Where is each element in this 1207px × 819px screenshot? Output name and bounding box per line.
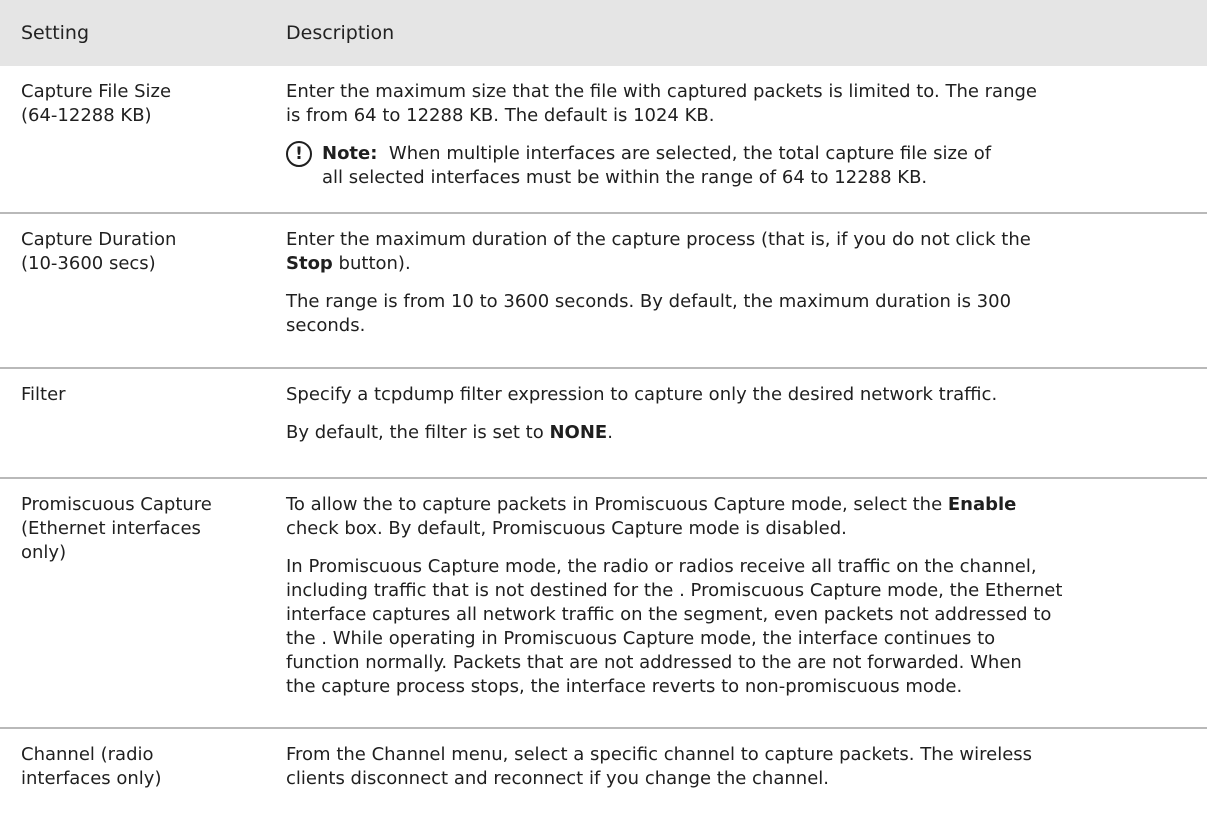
setting-label: (Ethernet interfaces — [21, 518, 201, 539]
description-text: button). — [332, 253, 411, 274]
setting-cell: Capture File Size (64-12288 KB) — [21, 80, 261, 128]
setting-range: (64-12288 KB) — [21, 105, 152, 126]
setting-range: (10-3600 secs) — [21, 253, 156, 274]
none-value: NONE — [549, 422, 608, 443]
description-line: the . While operating in Promiscuous Cap… — [286, 628, 996, 649]
setting-label: Promiscuous Capture — [21, 494, 212, 515]
description-line: interface captures all network traffic o… — [286, 604, 1052, 625]
table-row: Capture File Size (64-12288 KB) Enter th… — [0, 66, 1207, 214]
enable-checkbox-reference: Enable — [947, 494, 1017, 515]
description-line: the capture process stops, the interface… — [286, 676, 963, 697]
note-block: ! Note: When multiple interfaces are sel… — [286, 141, 1186, 190]
description-line: From the Channel menu, select a specific… — [286, 744, 1033, 765]
description-line: Specify a tcpdump filter expression to c… — [286, 384, 998, 405]
description-line: Enter the maximum size that the file wit… — [286, 81, 1037, 102]
setting-label: interfaces only) — [21, 768, 162, 789]
stop-button-reference: Stop — [286, 253, 333, 274]
table-row: Capture Duration (10-3600 secs) Enter th… — [0, 214, 1207, 369]
note-text: When multiple interfaces are selected, t… — [388, 143, 992, 164]
description-cell: Specify a tcpdump filter expression to c… — [286, 383, 1186, 445]
description-line: check box. By default, Promiscuous Captu… — [286, 518, 847, 539]
description-text: To allow the to capture packets in Promi… — [286, 494, 948, 515]
table-header: Setting Description — [0, 0, 1207, 66]
table-row: Filter Specify a tcpdump filter expressi… — [0, 369, 1207, 479]
description-line: The range is from 10 to 3600 seconds. By… — [286, 291, 1012, 312]
description-line: clients disconnect and reconnect if you … — [286, 768, 829, 789]
setting-label: Channel (radio — [21, 744, 154, 765]
description-cell: To allow the to capture packets in Promi… — [286, 493, 1186, 699]
exclamation-icon: ! — [286, 141, 312, 167]
table-row: Promiscuous Capture (Ethernet interfaces… — [0, 479, 1207, 729]
settings-table: Setting Description Capture File Size (6… — [0, 0, 1207, 789]
column-header-description: Description — [286, 22, 395, 44]
description-line: is from 64 to 12288 KB. The default is 1… — [286, 105, 715, 126]
setting-cell: Filter — [21, 383, 261, 407]
description-line: In Promiscuous Capture mode, the radio o… — [286, 556, 1037, 577]
description-line: seconds. — [286, 315, 366, 336]
description-text: By default, the filter is set to — [286, 422, 550, 443]
description-line: including traffic that is not destined f… — [286, 580, 1063, 601]
note-label: Note: — [322, 143, 378, 164]
setting-label: only) — [21, 542, 67, 563]
setting-label: Capture Duration — [21, 229, 177, 250]
setting-label: Filter — [21, 384, 66, 405]
setting-label: Capture File Size — [21, 81, 172, 102]
note-text: all selected interfaces must be within t… — [322, 167, 928, 188]
description-cell: Enter the maximum duration of the captur… — [286, 228, 1186, 338]
description-cell: From the Channel menu, select a specific… — [286, 743, 1186, 791]
description-text: . — [607, 422, 613, 443]
table-row: Channel (radio interfaces only) From the… — [0, 729, 1207, 819]
column-header-setting: Setting — [21, 22, 90, 44]
description-line: function normally. Packets that are not … — [286, 652, 1022, 673]
description-line: Enter the maximum duration of the captur… — [286, 229, 1031, 250]
setting-cell: Capture Duration (10-3600 secs) — [21, 228, 261, 276]
setting-cell: Channel (radio interfaces only) — [21, 743, 261, 791]
setting-cell: Promiscuous Capture (Ethernet interfaces… — [21, 493, 261, 565]
description-cell: Enter the maximum size that the file wit… — [286, 80, 1186, 190]
